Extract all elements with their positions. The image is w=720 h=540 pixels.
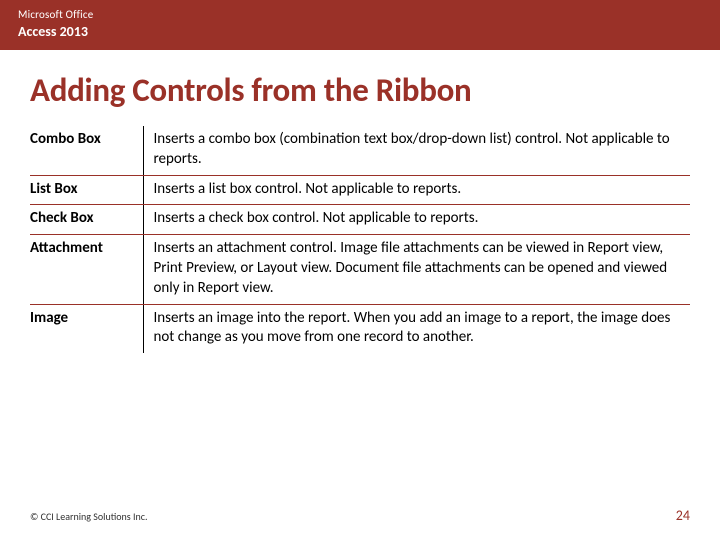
desc-cell: Inserts a combo box (combination text bo… [143,126,690,175]
desc-cell: Inserts an image into the report. When y… [143,304,690,353]
header-brand: Microsoft Office [18,8,702,21]
footer-page-number: 24 [676,507,690,524]
footer: © CCI Learning Solutions Inc. 24 [0,507,720,524]
content-area: Combo Box Inserts a combo box (combinati… [0,126,720,353]
desc-cell: Inserts an attachment control. Image fil… [143,235,690,304]
slide: Microsoft Office Access 2013 Adding Cont… [0,0,720,540]
desc-cell: Inserts a check box control. Not applica… [143,205,690,235]
footer-copyright: © CCI Learning Solutions Inc. [30,510,148,523]
page-title: Adding Controls from the Ribbon [0,50,720,126]
header-product: Access 2013 [18,23,702,40]
table-row: List Box Inserts a list box control. Not… [30,175,690,205]
header-bar: Microsoft Office Access 2013 [0,0,720,50]
term-cell: Combo Box [30,126,143,175]
term-cell: List Box [30,175,143,205]
table-row: Combo Box Inserts a combo box (combinati… [30,126,690,175]
table-row: Attachment Inserts an attachment control… [30,235,690,304]
term-cell: Attachment [30,235,143,304]
table-row: Image Inserts an image into the report. … [30,304,690,353]
term-cell: Check Box [30,205,143,235]
term-cell: Image [30,304,143,353]
table-row: Check Box Inserts a check box control. N… [30,205,690,235]
controls-table: Combo Box Inserts a combo box (combinati… [30,126,690,353]
desc-cell: Inserts a list box control. Not applicab… [143,175,690,205]
